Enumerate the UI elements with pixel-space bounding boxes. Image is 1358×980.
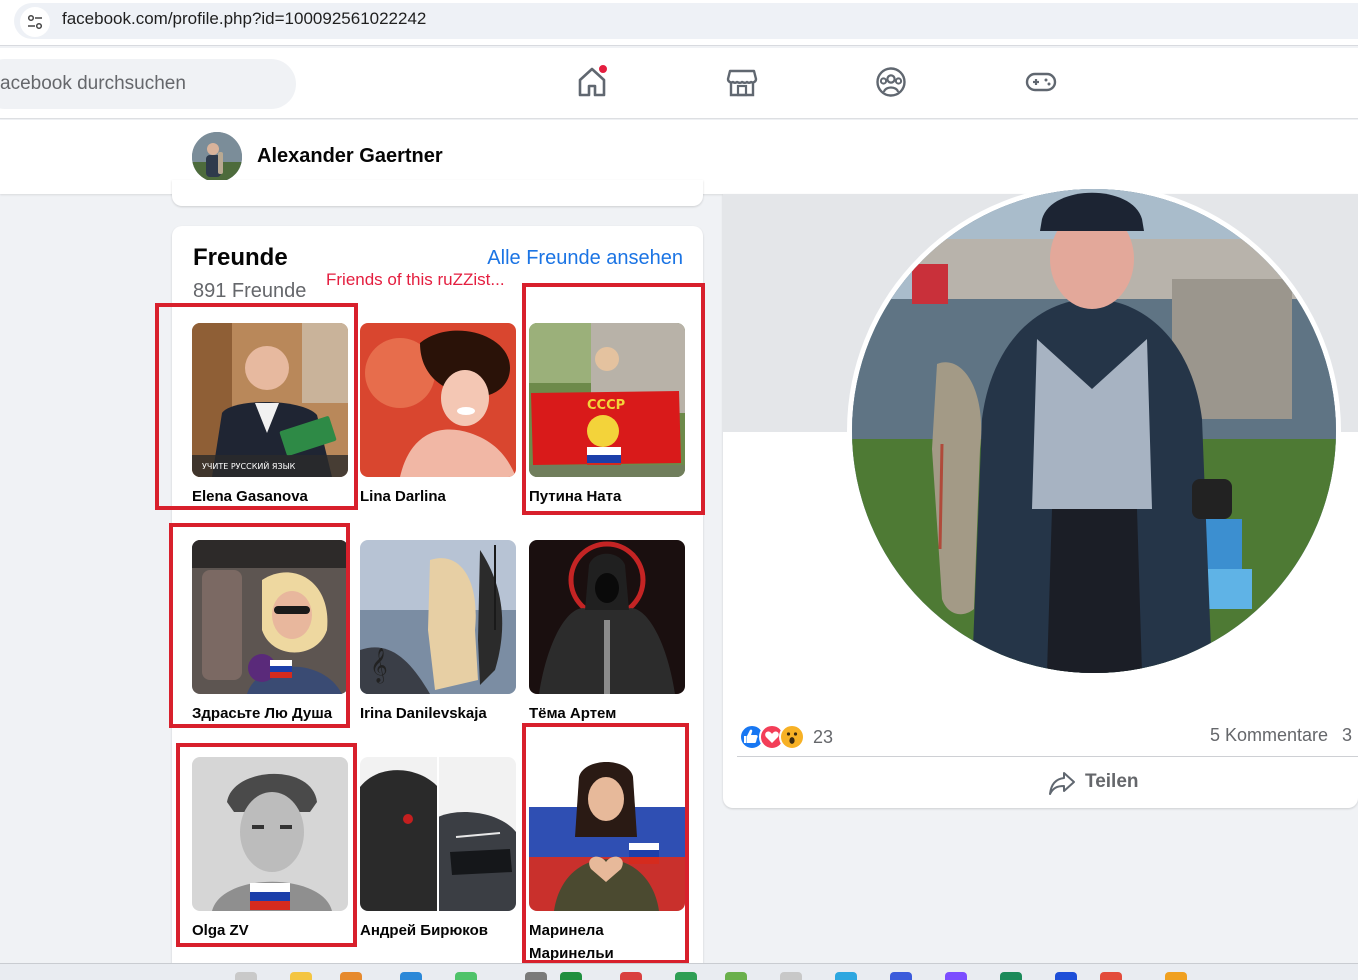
friends-count: 891 Freunde: [193, 280, 307, 302]
friend-photo[interactable]: [529, 540, 685, 694]
share-label: Teilen: [1085, 771, 1139, 792]
svg-text:𝄞: 𝄞: [370, 648, 388, 684]
taskbar-app-icon[interactable]: [400, 972, 422, 980]
friend-item[interactable]: 𝄞 Irina Danilevskaja: [360, 540, 516, 725]
avatar[interactable]: [192, 132, 242, 182]
facebook-top-nav: acebook durchsuchen: [0, 48, 1358, 119]
divider: [737, 756, 1358, 757]
profile-name[interactable]: Alexander Gaertner: [257, 145, 443, 168]
share-button[interactable]: Teilen: [1043, 768, 1163, 798]
friend-item[interactable]: Андрей Бирюков: [360, 757, 516, 942]
browser-address-bar: facebook.com/profile.php?id=100092561022…: [0, 0, 1358, 46]
taskbar-app-icon[interactable]: [1055, 972, 1077, 980]
friend-name[interactable]: Lina Darlina: [360, 485, 516, 508]
taskbar-app-icon[interactable]: [525, 972, 547, 980]
profile-picture-post: 23 5 Kommentare 3 Teilen: [723, 184, 1358, 808]
highlight-box: [522, 283, 705, 515]
highlight-box: [169, 523, 350, 728]
friend-name[interactable]: Irina Danilevskaja: [360, 702, 516, 725]
notification-dot: [598, 64, 608, 74]
taskbar-app-icon[interactable]: [290, 972, 312, 980]
taskbar-app-icon[interactable]: [560, 972, 582, 980]
annotation-text: Friends of this ruZZist...: [326, 270, 505, 289]
friend-name[interactable]: Андрей Бирюков: [360, 919, 516, 942]
wow-reaction-icon: [779, 724, 805, 750]
friend-name[interactable]: Тёма Артем: [529, 702, 685, 725]
groups-icon[interactable]: [874, 65, 908, 99]
friends-heading[interactable]: Freunde: [193, 244, 288, 272]
taskbar-app-icon[interactable]: [945, 972, 967, 980]
profile-picture[interactable]: [847, 184, 1341, 678]
friend-photo[interactable]: [360, 757, 516, 911]
taskbar-app-icon[interactable]: [835, 972, 857, 980]
taskbar-app-icon[interactable]: [1100, 972, 1122, 980]
share-icon: [1049, 772, 1075, 795]
home-icon[interactable]: [575, 64, 609, 99]
search-placeholder: acebook durchsuchen: [0, 73, 186, 94]
highlight-box: [155, 303, 358, 510]
taskbar-app-icon[interactable]: [890, 972, 912, 980]
taskbar-app-icon[interactable]: [725, 972, 747, 980]
url-text[interactable]: facebook.com/profile.php?id=100092561022…: [62, 9, 426, 29]
shares-count[interactable]: 3: [1342, 725, 1352, 746]
see-all-friends-link[interactable]: Alle Freunde ansehen: [487, 247, 683, 270]
taskbar-app-icon[interactable]: [1165, 972, 1187, 980]
taskbar-app-icon[interactable]: [455, 972, 477, 980]
marketplace-icon[interactable]: [725, 65, 759, 99]
friend-photo[interactable]: [360, 323, 516, 477]
search-input[interactable]: acebook durchsuchen: [0, 59, 296, 109]
taskbar-app-icon[interactable]: [235, 972, 257, 980]
comments-count-link[interactable]: 5 Kommentare: [1210, 725, 1328, 746]
friend-item[interactable]: Lina Darlina: [360, 323, 516, 508]
taskbar-app-icon[interactable]: [780, 972, 802, 980]
reaction-count[interactable]: 23: [813, 727, 833, 748]
taskbar-app-icon[interactable]: [620, 972, 642, 980]
friend-photo[interactable]: 𝄞: [360, 540, 516, 694]
os-taskbar: [0, 963, 1358, 980]
taskbar-app-icon[interactable]: [675, 972, 697, 980]
site-settings-icon[interactable]: [20, 7, 50, 37]
highlight-box: [176, 743, 357, 947]
taskbar-app-icon[interactable]: [1000, 972, 1022, 980]
highlight-box: [522, 723, 689, 964]
previous-card-bottom: [172, 180, 703, 206]
taskbar-app-icon[interactable]: [340, 972, 362, 980]
gaming-icon[interactable]: [1024, 65, 1058, 99]
friend-item[interactable]: Тёма Артем: [529, 540, 685, 725]
